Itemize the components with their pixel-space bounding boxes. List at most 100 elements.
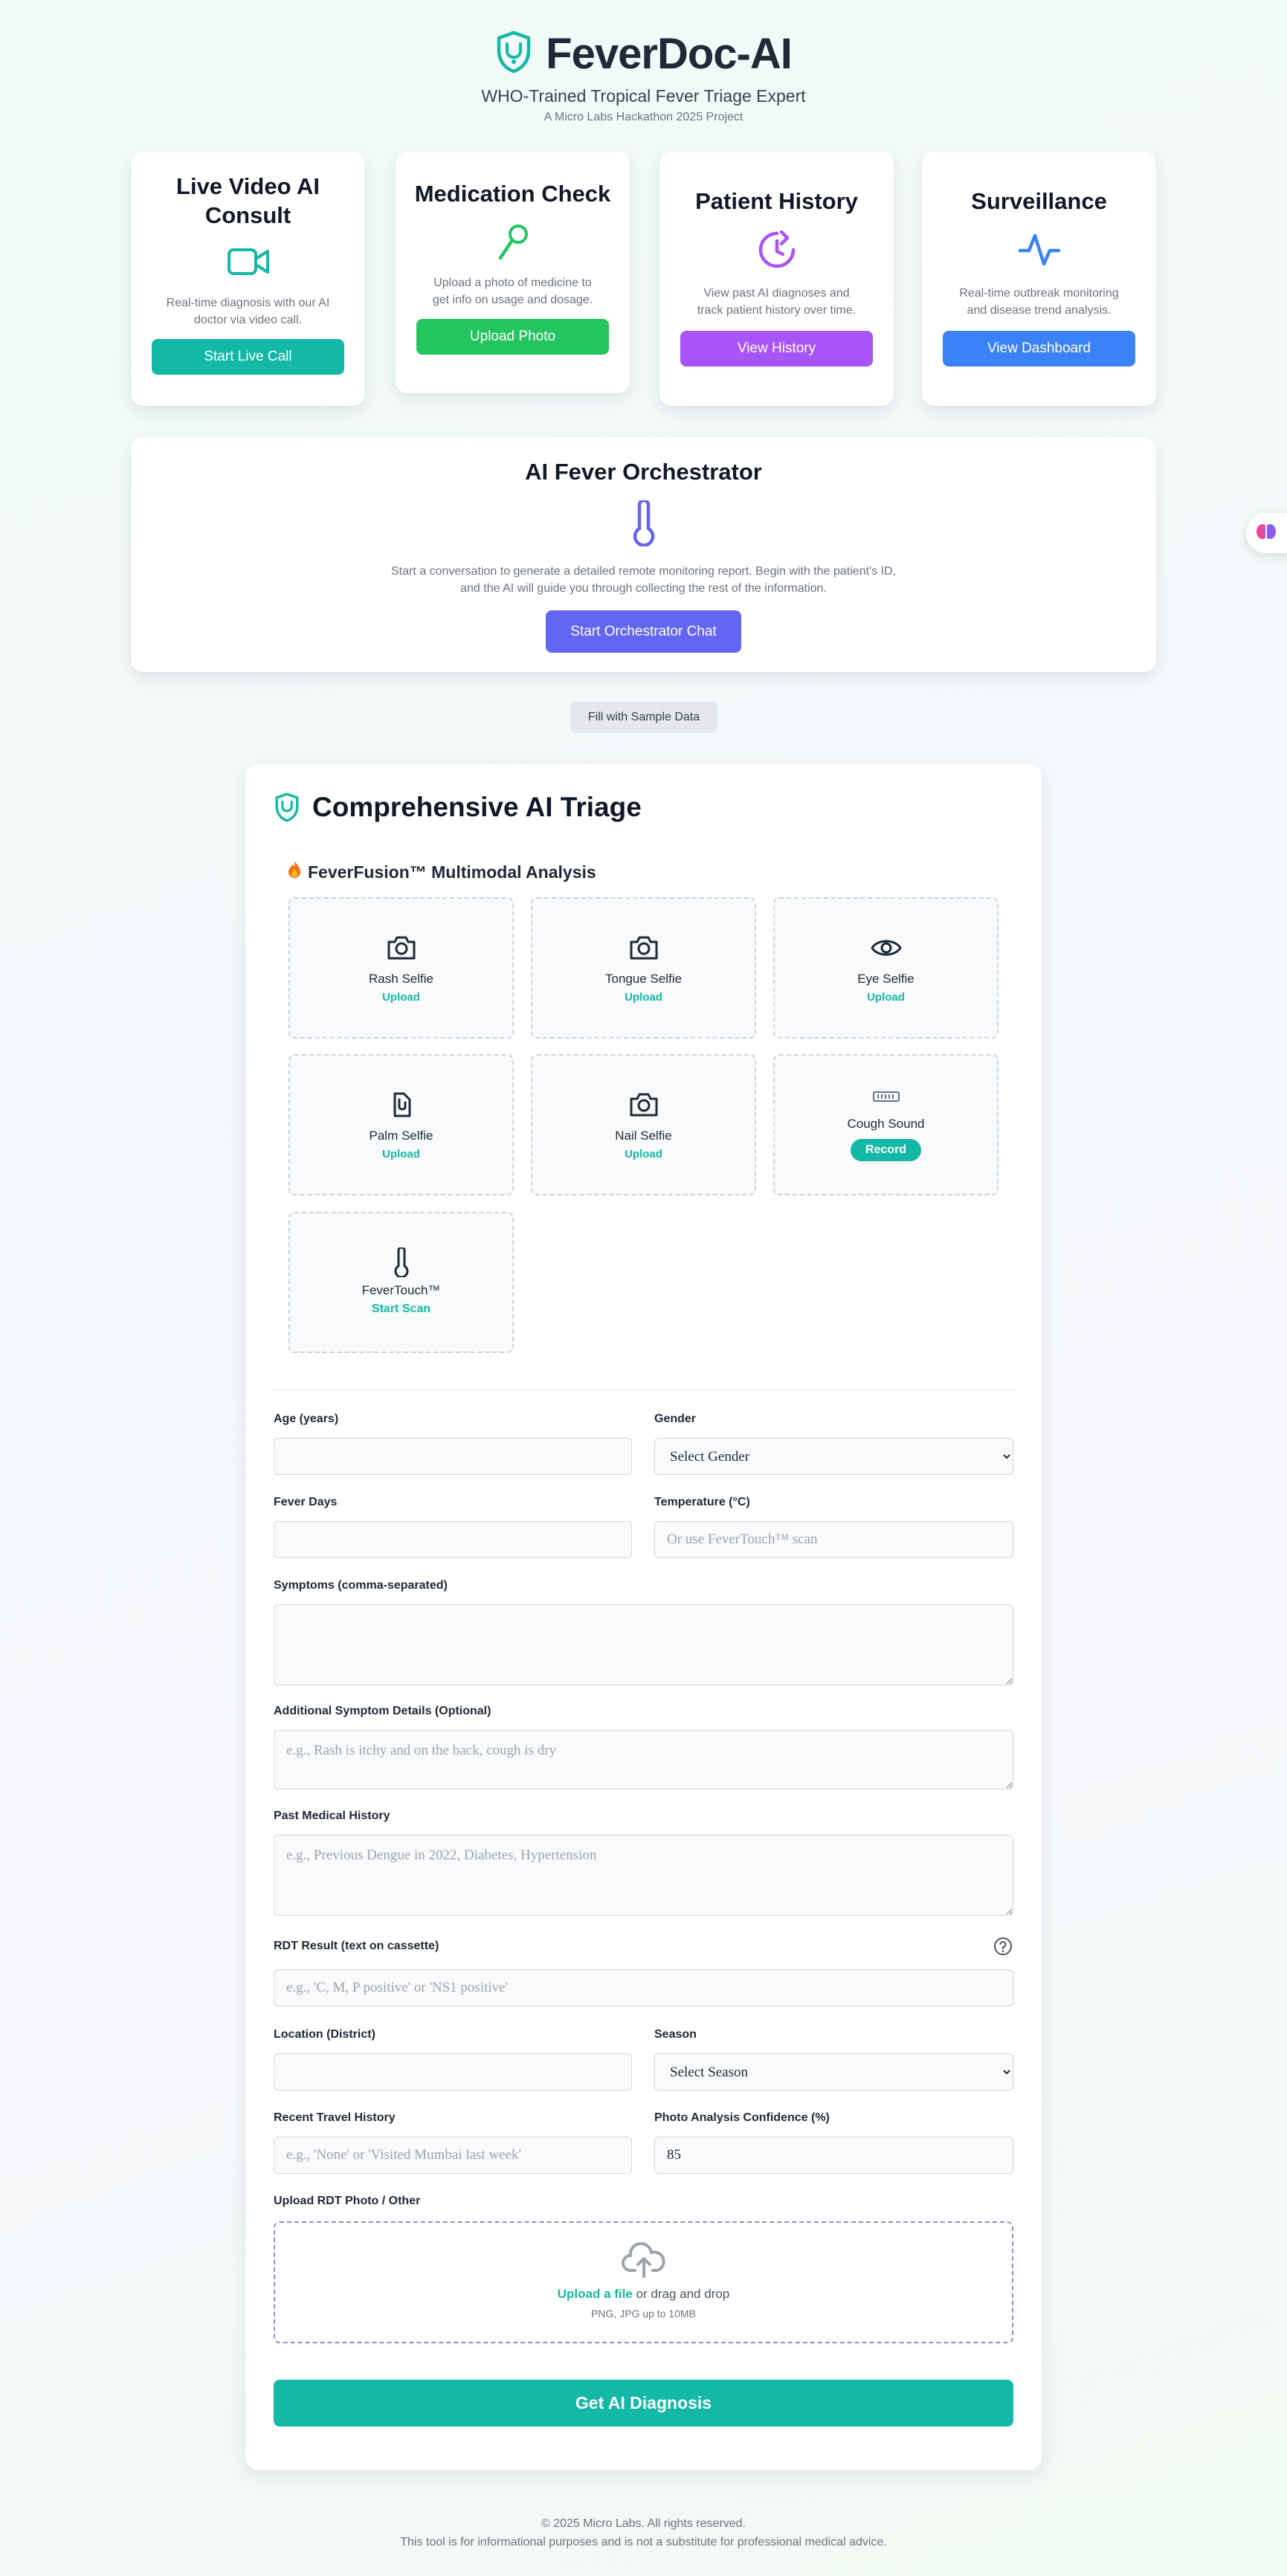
tile-palm-selfie[interactable]: Palm Selfie Upload [288, 1054, 514, 1195]
stethoscope-shield-icon [495, 30, 532, 77]
location-label: Location (District) [274, 2028, 375, 2041]
season-label: Season [654, 2028, 697, 2041]
start-live-call-button[interactable]: Start Live Call [152, 338, 344, 375]
app-title: FeverDoc-AI [546, 29, 793, 78]
card-live-video: Live Video AI Consult Real-time diagnosi… [131, 152, 365, 406]
gender-label: Gender [654, 1413, 697, 1425]
app-subtitle: WHO-Trained Tropical Fever Triage Expert [481, 86, 806, 106]
travel-history-input[interactable] [274, 2137, 632, 2174]
brain-icon [1255, 522, 1277, 545]
card-title: Patient History [695, 188, 858, 214]
tile-upload-link[interactable]: Upload [290, 991, 512, 1004]
floating-assistant-tab[interactable] [1246, 513, 1287, 553]
tile-fevertouch[interactable]: FeverTouch™ Start Scan [288, 1212, 514, 1353]
cloud-upload-icon [275, 2242, 1012, 2279]
activity-pulse-icon [922, 228, 1156, 271]
pill-magnifier-icon [396, 222, 630, 262]
tile-upload-link[interactable]: Upload [532, 1148, 755, 1161]
temperature-label: Temperature (°C) [654, 1496, 750, 1508]
camera-icon [532, 1090, 755, 1120]
medical-history-textarea[interactable] [274, 1835, 1013, 1916]
tile-tongue-selfie[interactable]: Tongue Selfie Upload [531, 897, 756, 1039]
upload-label: Upload RDT Photo / Other [274, 2195, 421, 2207]
tile-upload-link[interactable]: Upload [290, 1148, 512, 1161]
disclaimer: This tool is for informational purposes … [400, 2535, 887, 2548]
fill-sample-data-button[interactable]: Fill with Sample Data [570, 702, 717, 733]
symptoms-label: Symptoms (comma-separated) [274, 1579, 448, 1592]
card-surveillance: Surveillance Real-time outbreak monitori… [922, 152, 1156, 406]
copyright: © 2025 Micro Labs. All rights reserved. [541, 2517, 746, 2530]
thermometer-icon [290, 1247, 512, 1277]
card-title: Live Video AI Consult [176, 173, 320, 228]
tile-label: Cough Sound [847, 1117, 925, 1131]
card-orchestrator: AI Fever Orchestrator Start a conversati… [131, 437, 1156, 672]
card-patient-history: Patient History View past AI diagnoses a… [659, 152, 894, 406]
camera-icon [532, 933, 755, 963]
temperature-input[interactable] [654, 1521, 1013, 1558]
page-header: FeverDoc-AI WHO-Trained Tropical Fever T… [0, 25, 1287, 124]
brand: FeverDoc-AI [0, 25, 1287, 82]
record-cough-button[interactable]: Record [850, 1139, 922, 1161]
fever-days-label: Fever Days [274, 1496, 338, 1508]
help-circle-icon[interactable] [993, 1937, 1013, 1960]
card-description: Real-time diagnosis with our AI doctor v… [166, 296, 330, 326]
start-scan-link[interactable]: Start Scan [290, 1302, 512, 1316]
file-dropzone[interactable]: Upload a file or drag and drop PNG, JPG … [274, 2221, 1013, 2343]
drag-drop-text: or drag and drop [636, 2287, 730, 2301]
card-title: Medication Check [414, 181, 611, 207]
tile-eye-selfie[interactable]: Eye Selfie Upload [773, 897, 999, 1039]
history-clock-icon [659, 228, 894, 271]
card-description: Upload a photo of medicine to get info o… [432, 276, 593, 306]
travel-label: Recent Travel History [274, 2111, 396, 2124]
view-dashboard-button[interactable]: View Dashboard [943, 331, 1135, 367]
confidence-label: Photo Analysis Confidence (%) [654, 2111, 830, 2124]
view-history-button[interactable]: View History [680, 331, 873, 367]
rdt-result-input[interactable] [274, 1969, 1013, 2007]
section-divider [274, 1389, 1013, 1390]
triage-panel: Comprehensive AI Triage FeverFusion™ Mul… [245, 764, 1042, 2470]
tile-upload-link[interactable]: Upload [775, 991, 997, 1004]
fusion-title: FeverFusion™ Multimodal Analysis [308, 862, 596, 882]
waveform-icon [775, 1085, 997, 1108]
card-title: Surveillance [971, 188, 1107, 214]
tile-rash-selfie[interactable]: Rash Selfie Upload [288, 897, 514, 1039]
start-orchestrator-chat-button[interactable]: Start Orchestrator Chat [546, 610, 741, 653]
page-footer: © 2025 Micro Labs. All rights reserved. … [0, 2515, 1287, 2552]
fusion-heading: FeverFusion™ Multimodal Analysis [287, 860, 596, 884]
triage-title: Comprehensive AI Triage [274, 792, 642, 823]
age-label: Age (years) [274, 1413, 339, 1425]
tile-nail-selfie[interactable]: Nail Selfie Upload [531, 1054, 756, 1195]
rdt-label: RDT Result (text on cassette) [274, 1940, 439, 1952]
tile-label: FeverTouch™ [361, 1283, 441, 1297]
location-input[interactable] [274, 2053, 632, 2091]
upload-photo-button[interactable]: Upload Photo [416, 319, 609, 355]
symptoms-textarea[interactable] [274, 1604, 1013, 1685]
details-label: Additional Symptom Details (Optional) [274, 1705, 491, 1717]
card-description: Real-time outbreak monitoring and diseas… [959, 286, 1119, 317]
hand-icon [290, 1090, 512, 1120]
camera-icon [290, 933, 512, 963]
tile-label: Rash Selfie [369, 972, 433, 986]
eye-icon [775, 933, 997, 963]
tile-label: Tongue Selfie [604, 972, 683, 986]
card-description: View past AI diagnoses and track patient… [697, 286, 857, 317]
photo-confidence-input[interactable] [654, 2137, 1013, 2174]
age-input[interactable] [274, 1438, 632, 1475]
fever-days-input[interactable] [274, 1521, 632, 1558]
tile-label: Eye Selfie [857, 972, 915, 986]
gender-select[interactable]: Select Gender [654, 1438, 1013, 1475]
upload-hint: PNG, JPG up to 10MB [591, 2308, 696, 2320]
stethoscope-shield-icon [274, 793, 300, 822]
triage-title-text: Comprehensive AI Triage [312, 792, 642, 822]
tile-upload-link[interactable]: Upload [532, 991, 755, 1004]
symptom-details-textarea[interactable] [274, 1730, 1013, 1789]
get-ai-diagnosis-button[interactable]: Get AI Diagnosis [274, 2380, 1013, 2427]
season-select[interactable]: Select Season [654, 2053, 1013, 2091]
tile-cough-sound[interactable]: Cough Sound Record [773, 1054, 999, 1195]
upload-file-link[interactable]: Upload a file [558, 2287, 633, 2301]
app-tagline: A Micro Labs Hackathon 2025 Project [543, 111, 744, 123]
tile-label: Palm Selfie [369, 1129, 433, 1143]
history-label: Past Medical History [274, 1810, 390, 1822]
orchestrator-description: Start a conversation to generate a detai… [391, 564, 896, 595]
thermometer-icon [131, 500, 1156, 546]
